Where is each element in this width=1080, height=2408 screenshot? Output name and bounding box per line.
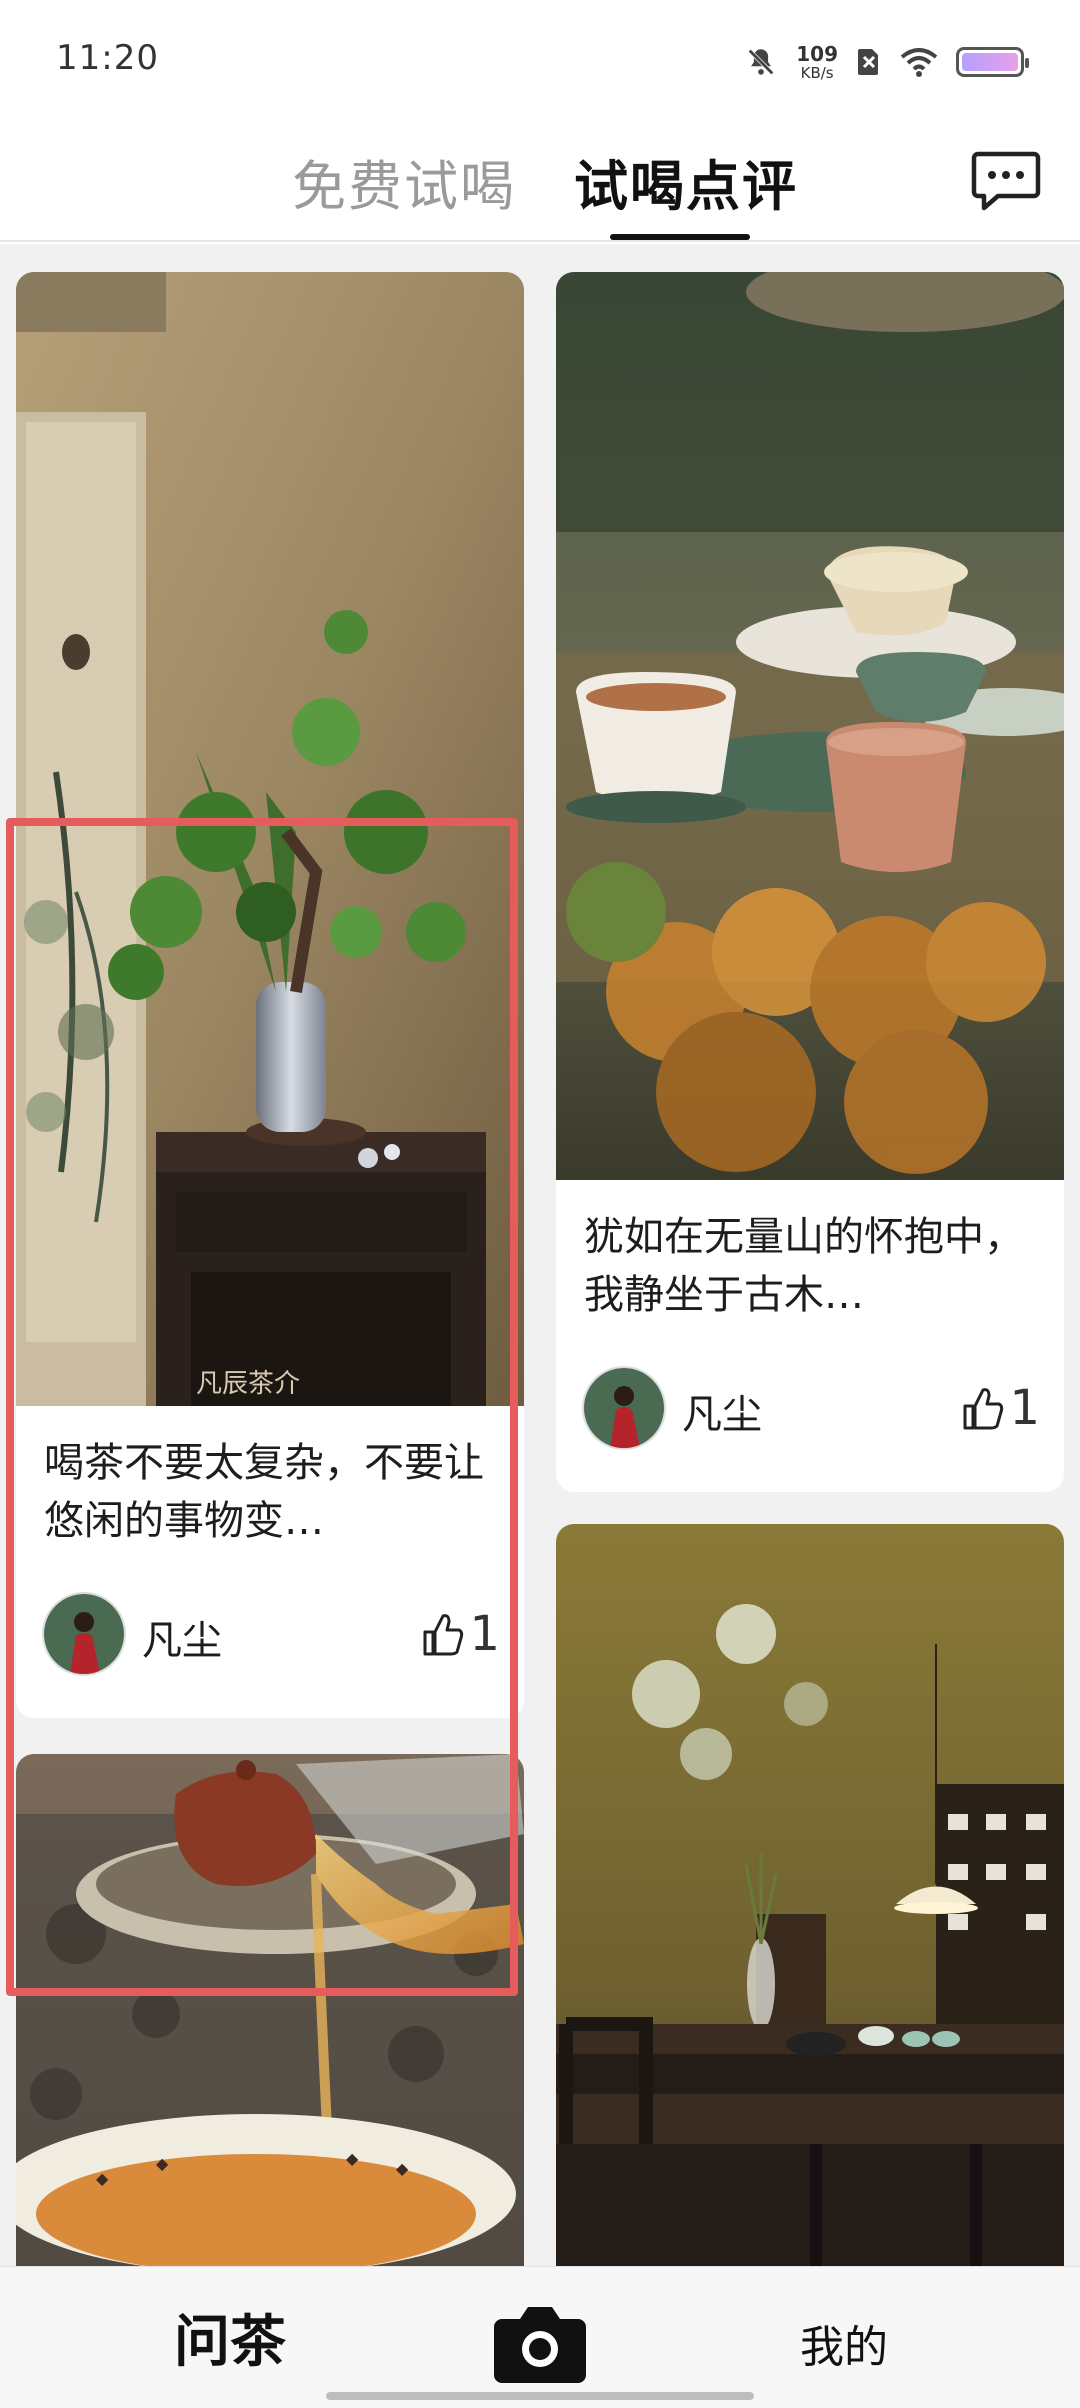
watermark-text: 凡辰茶介 — [196, 1369, 300, 1399]
svg-text:◆: ◆ — [396, 2159, 409, 2178]
author-name[interactable]: 凡尘 — [142, 1608, 222, 1666]
card-title[interactable]: 喝茶不要太复杂，不要让悠闲的事物变… — [44, 1434, 500, 1550]
speed-unit: KB/s — [800, 63, 834, 82]
nav-mine[interactable]: 我的 — [800, 2311, 888, 2375]
author-avatar[interactable] — [42, 1592, 126, 1676]
like-count: 1 — [469, 1606, 500, 1662]
nav-ask-tea[interactable]: 问茶 — [174, 2297, 286, 2378]
sim-off-icon — [858, 49, 878, 75]
review-card[interactable] — [556, 1524, 1064, 2266]
tab-trial-review[interactable]: 试喝点评 — [574, 142, 798, 221]
card-image — [556, 1524, 1064, 2266]
card-image — [556, 272, 1064, 1180]
thumbs-up-icon — [963, 1388, 1004, 1430]
review-card[interactable]: 犹如在无量山的怀抱中，我静坐于古木… 凡尘 1 — [556, 272, 1064, 1492]
author-name[interactable]: 凡尘 — [682, 1382, 762, 1440]
camera-icon[interactable] — [492, 2299, 588, 2385]
svg-text:◆: ◆ — [96, 2169, 109, 2188]
review-feed[interactable]: 凡辰茶介 喝茶不要太复杂，不要让悠闲的事物变… 凡尘 1 犹如在无量山的怀抱中，… — [0, 244, 1080, 2266]
network-speed: 109 KB/s — [796, 44, 838, 81]
card-image: ◆ ◆ ◆ ◆ — [16, 1754, 524, 2266]
svg-text:◆: ◆ — [156, 2154, 169, 2173]
like-count: 1 — [1009, 1380, 1040, 1436]
tab-free-trial[interactable]: 免费试喝 — [292, 142, 516, 221]
author-avatar[interactable] — [582, 1366, 666, 1450]
top-tab-bar: 免费试喝 试喝点评 — [0, 120, 1080, 242]
thumbs-up-icon — [423, 1614, 464, 1656]
review-card[interactable]: 凡辰茶介 喝茶不要太复杂，不要让悠闲的事物变… 凡尘 1 — [16, 272, 524, 1718]
status-bar: 11:20 109 KB/s — [0, 0, 1080, 120]
svg-text:◆: ◆ — [346, 2149, 359, 2168]
mute-bell-icon — [746, 47, 776, 77]
bottom-nav: 问茶 我的 — [0, 2266, 1080, 2408]
status-icons: 109 KB/s — [744, 40, 1029, 84]
like-button[interactable]: 1 — [961, 1380, 1040, 1436]
status-time: 11:20 — [56, 38, 159, 78]
battery-icon — [956, 47, 1029, 77]
card-image: 凡辰茶介 — [16, 272, 524, 1406]
card-title[interactable]: 犹如在无量山的怀抱中，我静坐于古木… — [584, 1208, 1040, 1324]
review-card[interactable]: ◆ ◆ ◆ ◆ — [16, 1754, 524, 2266]
chat-bubble-icon[interactable] — [970, 144, 1042, 216]
home-indicator[interactable] — [326, 2392, 754, 2400]
wifi-icon — [900, 48, 938, 77]
speed-value: 109 — [796, 41, 838, 66]
like-button[interactable]: 1 — [421, 1606, 500, 1662]
active-tab-indicator — [610, 234, 750, 240]
